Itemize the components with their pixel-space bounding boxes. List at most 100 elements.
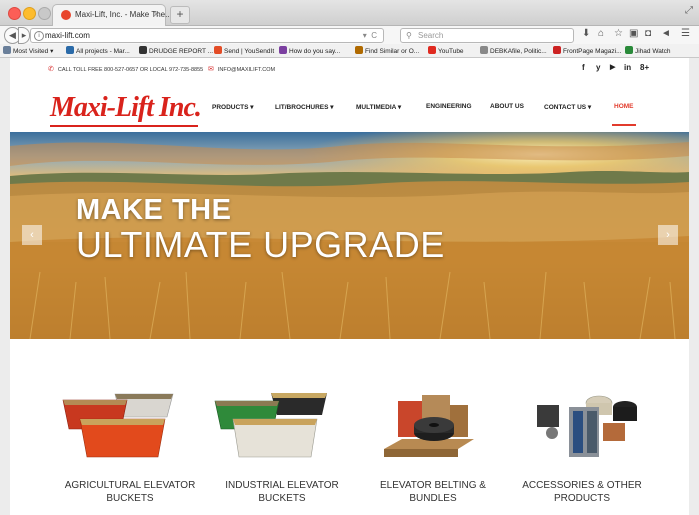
- youtube-icon[interactable]: ▶: [610, 63, 615, 71]
- bookmark-label: Jihad Watch: [635, 48, 671, 55]
- bookmark-favicon-icon: [214, 46, 222, 54]
- tab-strip: Maxi-Lift, Inc. - Make The... × + ⤢: [0, 0, 699, 26]
- close-window-button[interactable]: [8, 7, 21, 20]
- product-label: ACCESSORIES & OTHER PRODUCTS: [507, 479, 657, 505]
- new-tab-button[interactable]: +: [170, 6, 190, 24]
- bookmark-label: FrontPage Magazi...: [563, 48, 622, 55]
- reload-icon[interactable]: ▾ C: [363, 29, 377, 42]
- fullscreen-icon[interactable]: ⤢: [685, 5, 693, 16]
- bookmark-label: Send | YouSendIt: [224, 48, 275, 55]
- web-page: ✆ CALL TOLL FREE 800-527-0657 OR LOCAL 97…: [10, 58, 689, 515]
- hero-headline-line1: MAKE THE: [76, 194, 232, 226]
- bookmark-favicon-icon: [428, 46, 436, 54]
- browser-tab-active[interactable]: Maxi-Lift, Inc. - Make The... ×: [52, 4, 172, 26]
- bookmark-label: YouTube: [438, 48, 464, 55]
- bookmark-label: DEBKAfile, Politic...: [490, 48, 547, 55]
- active-nav-indicator: [612, 124, 636, 126]
- bookmark-label: How do you say...: [289, 48, 341, 55]
- belting-bundles-image: [384, 395, 474, 457]
- bookmark-item[interactable]: FrontPage Magazi...: [553, 46, 622, 55]
- bookmark-item[interactable]: Most Visited ▾: [3, 46, 53, 55]
- phone-info: ✆ CALL TOLL FREE 800-527-0657 OR LOCAL 97…: [48, 65, 203, 73]
- googleplus-icon[interactable]: 8+: [640, 63, 649, 72]
- bookmark-item[interactable]: Jihad Watch: [625, 46, 671, 55]
- product-label: INDUSTRIAL ELEVATOR BUCKETS: [207, 479, 357, 505]
- bookmark-item[interactable]: How do you say...: [279, 46, 340, 55]
- product-label-line2: PRODUCTS: [553, 493, 611, 504]
- logo-underline: [50, 125, 198, 127]
- nav-products[interactable]: PRODUCTS ▾: [212, 103, 254, 111]
- email-info[interactable]: ✉ INFO@MAXILIFT.COM: [208, 65, 275, 73]
- hero-slider: MAKE THE ULTIMATE UPGRADE ‹ ›: [10, 132, 689, 339]
- share-icon[interactable]: ◄: [661, 28, 671, 39]
- library-icon[interactable]: ▣: [629, 28, 638, 39]
- site-logo[interactable]: Maxi-Lift Inc.: [50, 92, 202, 124]
- bookmark-item[interactable]: DEBKAfile, Politic...: [480, 46, 547, 55]
- accessories-image: [537, 395, 637, 457]
- pocket-icon[interactable]: ◘: [645, 28, 651, 39]
- bookmark-label: Most Visited ▾: [13, 48, 54, 55]
- product-agricultural-buckets[interactable]: AGRICULTURAL ELEVATOR BUCKETS: [55, 367, 205, 507]
- product-label-line2: BUNDLES: [409, 493, 457, 504]
- nav-contact-us[interactable]: CONTACT US ▾: [544, 103, 591, 111]
- nav-multimedia[interactable]: MULTIMEDIA ▾: [356, 103, 401, 111]
- minimize-window-button[interactable]: [23, 7, 36, 20]
- zoom-window-button[interactable]: [38, 7, 51, 20]
- bookmarks-bar: Most Visited ▾ All projects - Mar... DRUDG…: [0, 44, 699, 58]
- bookmark-favicon-icon: [139, 46, 147, 54]
- bookmark-favicon-icon: [355, 46, 363, 54]
- tab-close-icon[interactable]: ×: [154, 9, 159, 19]
- forward-button[interactable]: ▸: [18, 27, 30, 44]
- menu-icon[interactable]: ☰: [681, 28, 690, 39]
- product-label-line2: BUCKETS: [258, 493, 306, 504]
- twitter-icon[interactable]: y: [596, 63, 600, 72]
- site-header: Maxi-Lift Inc. PRODUCTS ▾ LIT/BROCHURES …: [10, 78, 689, 130]
- bookmark-item[interactable]: All projects - Mar...: [66, 46, 130, 55]
- industrial-bucket-image: [214, 393, 327, 458]
- contact-bar: ✆ CALL TOLL FREE 800-527-0657 OR LOCAL 97…: [10, 58, 689, 78]
- nav-home[interactable]: HOME: [614, 103, 634, 110]
- bookmark-favicon-icon: [480, 46, 488, 54]
- slider-prev-button[interactable]: ‹: [22, 225, 42, 245]
- product-accessories[interactable]: ACCESSORIES & OTHER PRODUCTS: [507, 367, 657, 507]
- bookmark-item[interactable]: DRUDGE REPORT ...: [139, 46, 213, 55]
- bookmark-star-icon[interactable]: ☆: [614, 28, 623, 39]
- search-input[interactable]: ⚲ Search: [400, 28, 574, 43]
- bookmark-label: DRUDGE REPORT ...: [149, 48, 214, 55]
- slider-next-button[interactable]: ›: [658, 225, 678, 245]
- envelope-icon: ✉: [208, 66, 214, 73]
- bookmark-item[interactable]: Find Similar or O...: [355, 46, 419, 55]
- linkedin-icon[interactable]: in: [624, 63, 631, 72]
- nav-engineering[interactable]: ENGINEERING: [426, 103, 472, 110]
- home-icon[interactable]: ⌂: [598, 28, 604, 39]
- site-info-icon[interactable]: i: [34, 31, 44, 41]
- phone-icon: ✆: [48, 66, 54, 73]
- product-label: AGRICULTURAL ELEVATOR BUCKETS: [55, 479, 205, 505]
- product-elevator-belting[interactable]: ELEVATOR BELTING & BUNDLES: [358, 367, 508, 507]
- product-label-line1: AGRICULTURAL ELEVATOR: [64, 480, 196, 491]
- product-industrial-buckets[interactable]: INDUSTRIAL ELEVATOR BUCKETS: [207, 367, 357, 507]
- url-text: maxi-lift.com: [45, 31, 90, 40]
- bookmark-label: All projects - Mar...: [76, 48, 130, 55]
- download-icon[interactable]: ⬇: [582, 28, 590, 39]
- product-label-line1: INDUSTRIAL ELEVATOR: [225, 480, 339, 491]
- agricultural-bucket-image: [62, 393, 174, 458]
- bookmark-item[interactable]: Send | YouSendIt: [214, 46, 274, 55]
- bookmark-favicon-icon: [553, 46, 561, 54]
- email-text: INFO@MAXILIFT.COM: [217, 67, 276, 73]
- hero-headline-line2: ULTIMATE UPGRADE: [76, 224, 445, 265]
- navigation-bar: ◀ ▸ i maxi-lift.com ▾ C ⚲ Search ⬇ ⌂ ☆ ▣…: [0, 26, 699, 44]
- product-label-line1: ACCESSORIES & OTHER: [522, 480, 642, 491]
- bookmark-favicon-icon: [66, 46, 74, 54]
- bookmark-item[interactable]: YouTube: [428, 46, 464, 55]
- search-icon: ⚲: [406, 31, 412, 40]
- nav-lit-brochures[interactable]: LIT/BROCHURES ▾: [275, 103, 334, 111]
- facebook-icon[interactable]: f: [582, 63, 585, 72]
- product-label-line2: BUCKETS: [106, 493, 154, 504]
- bookmark-favicon-icon: [625, 46, 633, 54]
- product-label-line1: ELEVATOR BELTING &: [380, 480, 486, 491]
- url-bar[interactable]: i maxi-lift.com ▾ C: [30, 28, 384, 43]
- nav-about-us[interactable]: ABOUT US: [490, 103, 524, 110]
- product-label: ELEVATOR BELTING & BUNDLES: [358, 479, 508, 505]
- bookmark-label: Find Similar or O...: [365, 48, 420, 55]
